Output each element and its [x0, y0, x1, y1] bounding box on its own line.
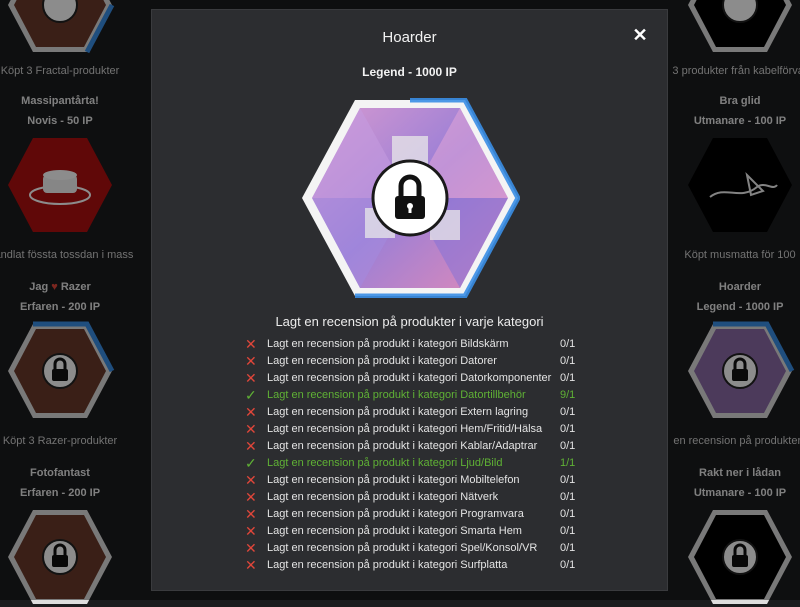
checkmark-icon: ✓	[245, 387, 257, 403]
requirement-text: Lagt en recension på produkt i kategori …	[267, 389, 526, 401]
requirement-text: Lagt en recension på produkt i kategori …	[267, 474, 520, 486]
requirement-row: ✕ Lagt en recension på produkt i kategori…	[242, 540, 582, 557]
requirement-row: ✕ Lagt en recension på produkt i kategori…	[242, 472, 582, 489]
checkmark-icon: ✓	[245, 455, 257, 471]
requirement-count: 0/1	[560, 338, 576, 350]
requirement-text: Lagt en recension på produkt i kategori …	[267, 440, 538, 452]
requirement-text: Lagt en recension på produkt i kategori …	[267, 457, 503, 469]
requirement-count: 0/1	[560, 491, 576, 503]
cross-icon: ✕	[245, 506, 257, 522]
cross-icon: ✕	[245, 557, 257, 573]
requirement-row: ✕ Lagt en recension på produkt i kategori…	[242, 421, 582, 438]
requirement-row: ✕ Lagt en recension på produkt i kategori…	[242, 370, 582, 387]
modal-title: Hoarder	[382, 29, 437, 46]
requirement-text: Lagt en recension på produkt i kategori …	[267, 508, 524, 520]
requirement-row: ✓ Lagt en recension på produkt i kategori…	[242, 387, 582, 404]
cross-icon: ✕	[245, 353, 257, 369]
requirement-text: Lagt en recension på produkt i kategori …	[267, 525, 522, 537]
cross-icon: ✕	[245, 540, 257, 556]
cross-icon: ✕	[245, 370, 257, 386]
requirement-count: 0/1	[560, 440, 576, 452]
requirement-count: 0/1	[560, 406, 576, 418]
requirement-text: Lagt en recension på produkt i kategori …	[267, 372, 552, 384]
cross-icon: ✕	[245, 472, 257, 488]
requirement-text: Lagt en recension på produkt i kategori …	[267, 491, 499, 503]
requirement-row: ✕ Lagt en recension på produkt i kategori…	[242, 404, 582, 421]
requirement-row: ✕ Lagt en recension på produkt i kategori…	[242, 523, 582, 540]
modal-level: Legend - 1000 IP	[362, 65, 457, 79]
requirement-count: 0/1	[560, 474, 576, 486]
cross-icon: ✕	[245, 336, 257, 352]
achievement-modal: Hoarder ✕ Legend - 1000 IP Lagt en recen…	[152, 10, 667, 590]
requirements-list: ✕ Lagt en recension på produkt i kategori…	[242, 336, 582, 574]
requirement-count: 0/1	[560, 559, 576, 571]
requirement-count: 9/1	[560, 389, 576, 401]
requirement-count: 0/1	[560, 355, 576, 367]
requirement-count: 0/1	[560, 508, 576, 520]
requirement-count: 0/1	[560, 423, 576, 435]
achievement-badge	[302, 98, 520, 298]
cross-icon: ✕	[245, 421, 257, 437]
cross-icon: ✕	[245, 438, 257, 454]
cross-icon: ✕	[245, 404, 257, 420]
requirement-row: ✕ Lagt en recension på produkt i kategori…	[242, 336, 582, 353]
cross-icon: ✕	[245, 489, 257, 505]
requirement-row: ✕ Lagt en recension på produkt i kategori…	[242, 557, 582, 574]
requirement-row: ✓ Lagt en recension på produkt i kategori…	[242, 455, 582, 472]
requirement-count: 0/1	[560, 542, 576, 554]
requirement-count: 0/1	[560, 525, 576, 537]
requirement-row: ✕ Lagt en recension på produkt i kategori…	[242, 438, 582, 455]
requirement-row: ✕ Lagt en recension på produkt i kategori…	[242, 506, 582, 523]
requirement-text: Lagt en recension på produkt i kategori …	[267, 542, 538, 554]
requirement-text: Lagt en recension på produkt i kategori …	[267, 406, 529, 418]
requirement-count: 1/1	[560, 457, 576, 469]
cross-icon: ✕	[245, 523, 257, 539]
requirement-row: ✕ Lagt en recension på produkt i kategori…	[242, 353, 582, 370]
requirement-text: Lagt en recension på produkt i kategori …	[267, 423, 543, 435]
requirement-count: 0/1	[560, 372, 576, 384]
achievement-description: Lagt en recension på produkter i varje k…	[275, 314, 544, 329]
requirement-row: ✕ Lagt en recension på produkt i kategori…	[242, 489, 582, 506]
close-button[interactable]: ✕	[631, 26, 649, 44]
requirement-text: Lagt en recension på produkt i kategori …	[267, 355, 497, 367]
requirement-text: Lagt en recension på produkt i kategori …	[267, 338, 509, 350]
requirement-text: Lagt en recension på produkt i kategori …	[267, 559, 508, 571]
